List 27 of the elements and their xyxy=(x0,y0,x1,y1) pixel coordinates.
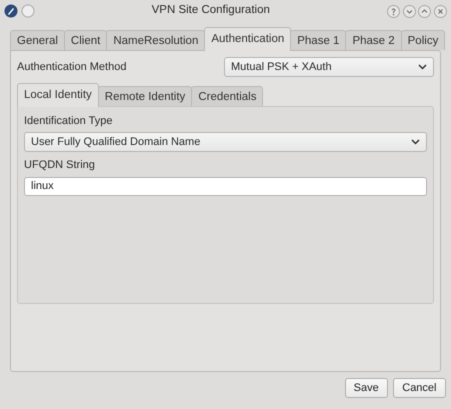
tab[interactable]: Policy xyxy=(400,30,446,50)
close-icon[interactable] xyxy=(434,4,447,18)
tab[interactable]: Remote Identity xyxy=(98,86,192,106)
ufqdn-input-field[interactable]: linux xyxy=(24,176,427,196)
chevron-icon xyxy=(411,138,420,145)
tab[interactable]: Client xyxy=(64,30,108,50)
field-label: UFQDN String xyxy=(24,158,96,174)
help-icon[interactable] xyxy=(386,4,400,18)
field-label: Authentication Method xyxy=(17,60,128,75)
cancel-button[interactable]: Cancel xyxy=(393,378,446,398)
maximize-icon[interactable] xyxy=(418,4,432,18)
tab[interactable]: General xyxy=(10,30,65,50)
tab[interactable]: Authentication xyxy=(204,27,292,51)
tab[interactable]: Phase 2 xyxy=(345,30,402,50)
app-icon xyxy=(4,4,18,18)
save-button[interactable]: Save xyxy=(344,378,388,398)
window-title: VPN Site Configuration xyxy=(150,3,271,18)
chevron-icon xyxy=(418,64,427,70)
minimize-icon[interactable] xyxy=(402,4,416,18)
field-label: Identification Type xyxy=(24,114,114,128)
tab[interactable]: Credentials xyxy=(191,86,264,106)
authentication-method-dropdown[interactable]: Mutual PSK + XAuth xyxy=(224,57,434,77)
tab[interactable]: Local Identity xyxy=(17,82,99,106)
pin-icon[interactable] xyxy=(20,4,35,18)
tab[interactable]: NameResolution xyxy=(106,30,206,50)
identification-type-dropdown[interactable]: User Fully Qualified Domain Name xyxy=(24,132,427,152)
tab[interactable]: Phase 1 xyxy=(290,30,346,50)
